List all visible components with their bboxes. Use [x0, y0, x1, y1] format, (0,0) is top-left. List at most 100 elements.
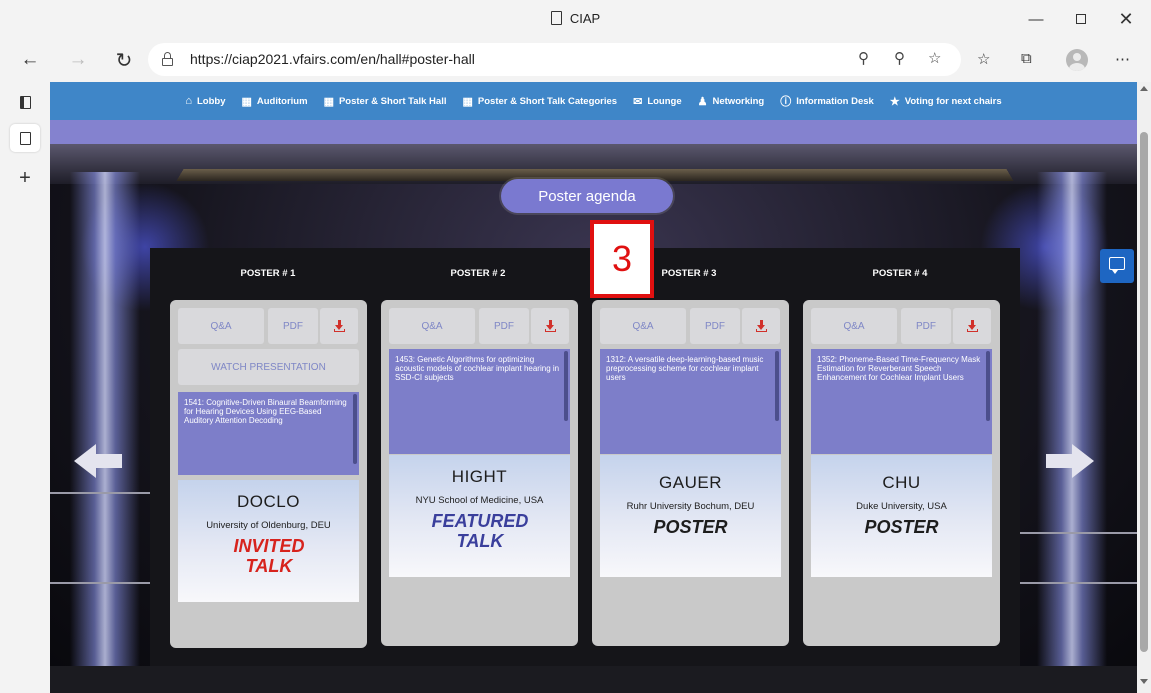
poster-abstract[interactable]: 1352: Phoneme-Based Time-Frequency Mask …	[811, 349, 992, 454]
qa-button[interactable]: Q&A	[600, 308, 686, 344]
grid-icon: ▦	[241, 95, 252, 108]
qa-button[interactable]: Q&A	[389, 308, 475, 344]
nav-lobby[interactable]: ⌂ Lobby	[185, 95, 225, 107]
speaker-name: HIGHT	[451, 467, 508, 486]
page-scrollbar[interactable]	[1137, 82, 1151, 693]
rail-left	[50, 492, 150, 494]
pdf-button[interactable]: PDF	[901, 308, 951, 344]
favorites-icon[interactable]: ☆	[977, 50, 990, 68]
nav-poster-categories[interactable]: ▦ Poster & Short Talk Categories	[462, 95, 617, 108]
speaker-banner[interactable]: GAUER Ruhr University Bochum, DEU POSTER	[600, 455, 781, 577]
poster-label-4: POSTER # 4	[872, 268, 928, 279]
abstract-text: 1453: Genetic Algorithms for optimizing …	[395, 355, 560, 383]
nav-information-desk[interactable]: ⓘ Information Desk	[780, 93, 874, 109]
person-icon: ♟	[697, 95, 708, 108]
refresh-button[interactable]: ↻	[108, 44, 140, 76]
speaker-banner[interactable]: HIGHT NYU School of Medicine, USA FEATUR…	[389, 455, 570, 577]
speaker-affiliation: NYU School of Medicine, USA	[415, 495, 544, 506]
active-tab-icon[interactable]	[10, 124, 40, 152]
zoom-icon[interactable]: ⚲	[894, 49, 905, 67]
pillar-right	[1037, 172, 1107, 693]
lavender-band	[50, 120, 1137, 144]
talk-type: INVITED TALK	[233, 536, 305, 576]
pillar-left	[70, 172, 140, 693]
new-tab-icon[interactable]: +	[10, 164, 40, 192]
pdf-button[interactable]: PDF	[268, 308, 318, 344]
nav-lounge[interactable]: ✉ Lounge	[633, 95, 682, 108]
close-button[interactable]: ✕	[1103, 0, 1149, 38]
speaker-banner[interactable]: DOCLO University of Oldenburg, DEU INVIT…	[178, 480, 359, 602]
rail-right-lower	[1020, 582, 1137, 584]
poster-card-2: Q&A PDF 1453: Genetic Algorithms for opt…	[381, 300, 578, 646]
abstract-scrollbar[interactable]	[564, 351, 568, 421]
page-viewport: ⌂ Lobby ▦ Auditorium ▦ Poster & Short Talk …	[50, 82, 1151, 693]
poster-agenda-button[interactable]: Poster agenda	[501, 179, 673, 213]
download-button[interactable]	[320, 308, 358, 344]
speaker-banner[interactable]: CHU Duke University, USA POSTER	[811, 455, 992, 577]
nav-label: Lounge	[647, 95, 682, 107]
maximize-button[interactable]	[1058, 0, 1104, 38]
download-icon	[544, 320, 556, 332]
minimize-button[interactable]: —	[1013, 0, 1059, 38]
nav-poster-hall[interactable]: ▦ Poster & Short Talk Hall	[324, 95, 447, 108]
download-button[interactable]	[531, 308, 569, 344]
scroll-down-icon[interactable]	[1140, 679, 1148, 684]
poster-abstract[interactable]: 1541: Cognitive-Driven Binaural Beamform…	[178, 392, 359, 475]
nav-label: Networking	[712, 95, 765, 107]
url-text[interactable]: https://ciap2021.vfairs.com/en/hall#post…	[190, 51, 475, 67]
abstract-scrollbar[interactable]	[353, 394, 357, 464]
nav-auditorium[interactable]: ▦ Auditorium	[241, 95, 307, 108]
speaker-name: GAUER	[659, 473, 722, 492]
download-button[interactable]	[742, 308, 780, 344]
poster-label-1: POSTER # 1	[240, 268, 296, 279]
download-icon	[755, 320, 767, 332]
poster-abstract[interactable]: 1453: Genetic Algorithms for optimizing …	[389, 349, 570, 454]
collections-icon[interactable]: ⧉	[1021, 50, 1032, 67]
pdf-button[interactable]: PDF	[479, 308, 529, 344]
qa-button[interactable]: Q&A	[178, 308, 264, 344]
scrollbar-thumb[interactable]	[1140, 132, 1148, 652]
qa-button[interactable]: Q&A	[811, 308, 897, 344]
tab-panel-icon[interactable]	[10, 88, 40, 116]
forward-button[interactable]: →	[62, 44, 94, 76]
next-arrow-button[interactable]	[1046, 444, 1094, 478]
nav-label: Poster & Short Talk Categories	[477, 95, 618, 107]
title-bar: CIAP — ✕	[0, 0, 1151, 38]
download-icon	[333, 320, 345, 332]
watch-presentation-button[interactable]: WATCH PRESENTATION	[178, 349, 359, 385]
chat-icon: ✉	[633, 95, 643, 108]
poster-label-2: POSTER # 2	[450, 268, 506, 279]
previous-arrow-button[interactable]	[74, 444, 122, 478]
nav-voting[interactable]: ★ Voting for next chairs	[890, 95, 1002, 108]
chat-button[interactable]	[1100, 249, 1134, 283]
abstract-scrollbar[interactable]	[775, 351, 779, 421]
scroll-up-icon[interactable]	[1140, 86, 1148, 91]
star-icon: ★	[889, 95, 900, 108]
favorite-add-icon[interactable]: ☆	[928, 49, 941, 67]
back-button[interactable]: ←	[14, 44, 46, 76]
more-menu-icon[interactable]: ⋯	[1115, 50, 1130, 68]
speaker-name: DOCLO	[237, 492, 300, 511]
talk-type: POSTER	[653, 517, 728, 537]
abstract-scrollbar[interactable]	[986, 351, 990, 421]
speaker-name: CHU	[882, 473, 921, 492]
key-icon[interactable]: ⚲	[858, 49, 869, 67]
pdf-button[interactable]: PDF	[690, 308, 740, 344]
maximize-icon	[1076, 14, 1086, 24]
download-button[interactable]	[953, 308, 991, 344]
grid-icon: ▦	[462, 95, 473, 108]
nav-networking[interactable]: ♟ Networking	[698, 95, 765, 108]
poster-abstract[interactable]: 1312: A versatile deep-learning-based mu…	[600, 349, 781, 454]
nav-label: Information Desk	[796, 95, 874, 107]
profile-avatar[interactable]	[1066, 49, 1088, 71]
info-icon: ⓘ	[780, 96, 792, 108]
page-icon	[550, 11, 562, 25]
poster-card-4: Q&A PDF 1352: Phoneme-Based Time-Frequen…	[803, 300, 1000, 646]
hall-floor	[50, 666, 1137, 693]
nav-label: Voting for next chairs	[904, 95, 1002, 107]
abstract-text: 1541: Cognitive-Driven Binaural Beamform…	[184, 398, 347, 426]
address-bar[interactable]: https://ciap2021.vfairs.com/en/hall#post…	[148, 43, 961, 76]
nav-label: Lobby	[196, 95, 226, 107]
nav-label: Auditorium	[256, 95, 308, 107]
window-title: CIAP	[0, 11, 1151, 26]
